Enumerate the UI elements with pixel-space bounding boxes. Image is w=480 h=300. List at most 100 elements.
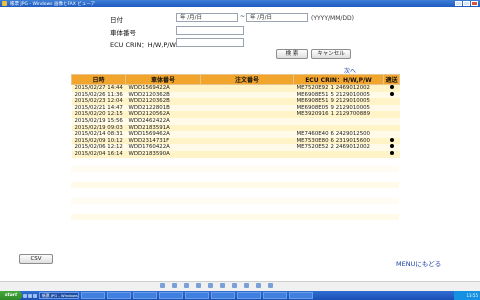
cell-sent <box>383 150 400 158</box>
table-row[interactable]: 2015/02/21 14:47 WDD2122801B ME6908E05 9 21… <box>71 104 400 112</box>
zoom-in-icon[interactable] <box>184 283 189 288</box>
taskbar-item[interactable] <box>107 292 131 299</box>
taskbar-item[interactable] <box>133 292 157 299</box>
table-row[interactable]: 2015/02/09 10:12 WDD2314731F ME7530E80 6 23… <box>71 137 400 145</box>
col-header-order[interactable]: 注文番号 <box>200 74 294 85</box>
csv-export-button[interactable]: CSV <box>19 254 53 264</box>
sent-dot-icon <box>389 150 394 155</box>
cancel-button[interactable]: キャンセル <box>311 49 351 59</box>
col-header-ecu[interactable]: ECU CRIN：H/W,P/W <box>293 74 384 85</box>
cell-ecu: ME7530E80 6 2319015600 <box>293 137 384 145</box>
cell-ecu-crin: ME3920916 <box>296 111 329 118</box>
back-to-menu-link[interactable]: MENUにもどる <box>396 258 441 268</box>
minimize-icon[interactable] <box>455 1 462 6</box>
start-button[interactable]: start <box>0 291 22 300</box>
date-from-input[interactable]: 年 /月/日 <box>176 13 238 22</box>
sent-dot-icon <box>389 137 394 142</box>
cell-sent <box>383 137 400 145</box>
quicklaunch-icon[interactable] <box>28 293 32 298</box>
cell-ecu-crin: ME6908E05 <box>296 104 329 111</box>
taskbar-item[interactable] <box>211 292 235 299</box>
cell-sent <box>383 84 400 92</box>
taskbar-item[interactable] <box>81 292 105 299</box>
table-row[interactable]: 2015/02/06 12:12 WDD1760422A ME7520E52 2 24… <box>71 144 400 151</box>
table-body: 2015/02/27 14:44 WDD1569422A ME7520E92 1 24… <box>71 84 400 158</box>
cell-ecu-hwpw: 1 2129700889 <box>330 111 371 118</box>
col-header-sent[interactable]: 適送 <box>383 74 400 85</box>
cell-ecu: ME6908E51 9 2129010005 <box>293 98 384 105</box>
cell-ecu-hwpw: 5 2129010005 <box>330 91 370 98</box>
col-header-vehicle[interactable]: 車体番号 <box>125 74 201 85</box>
system-tray: 13:55 <box>454 291 480 300</box>
quicklaunch-icon[interactable] <box>23 293 27 298</box>
cell-ecu-hwpw: 6 2429012500 <box>330 131 370 138</box>
table-row[interactable]: 2015/02/26 11:36 WDD2120362B ME6908E51 5 21… <box>71 91 400 99</box>
cell-datetime: 2015/02/20 12:15 <box>71 111 126 118</box>
taskbar-item[interactable] <box>185 292 209 299</box>
table-row[interactable]: 2015/02/20 12:15 WDD2120562A ME3920916 1 21… <box>71 111 400 118</box>
ecu-crin-input[interactable] <box>176 38 244 47</box>
cell-order <box>200 124 294 132</box>
cell-order <box>200 111 294 118</box>
cell-sent <box>383 91 400 99</box>
cell-ecu-crin: ME6908E51 <box>296 91 329 98</box>
delete-icon[interactable] <box>232 283 237 288</box>
table-row[interactable]: 2015/02/23 12:04 WDD2120362B ME6908E51 9 21… <box>71 98 400 105</box>
sent-dot-icon <box>389 91 394 96</box>
cell-datetime: 2015/02/06 12:12 <box>71 144 126 151</box>
cell-ecu: ME7460E40 6 2429012500 <box>293 131 384 138</box>
taskbar-item[interactable] <box>159 292 183 299</box>
zoom-out-icon[interactable] <box>196 283 201 288</box>
cell-sent <box>383 104 400 112</box>
table-row[interactable]: 2015/02/14 08:31 WDD1569462A ME7460E40 6 24… <box>71 131 400 138</box>
empty-row <box>71 166 399 172</box>
cell-ecu-crin: ME7520E52 <box>296 144 329 151</box>
col-header-datetime[interactable]: 日時 <box>71 74 126 85</box>
cell-order <box>200 98 294 105</box>
close-icon[interactable] <box>471 1 478 6</box>
window-titlebar: 帳票 JPG - Windows 画像とFAX ビューア <box>0 0 480 7</box>
cell-vehicle: WDD2122801B <box>125 104 201 112</box>
cell-datetime: 2015/02/14 08:31 <box>71 131 126 138</box>
cell-ecu-hwpw: 2 2469012002 <box>330 144 370 151</box>
table-row[interactable]: 2015/02/19 09:03 WDD2183591A <box>71 124 400 132</box>
cell-vehicle: WDD1569462A <box>125 131 201 138</box>
window-controls <box>455 1 478 6</box>
taskbar-item[interactable]: 帳票 JPG - Windows <box>39 292 79 299</box>
cell-vehicle: WDD1569422A <box>125 84 201 92</box>
cell-ecu-crin: ME7460E40 <box>296 131 329 138</box>
rotate-left-icon[interactable] <box>208 283 213 288</box>
cell-order <box>200 144 294 151</box>
cell-vehicle: WDD2183591A <box>125 124 201 132</box>
cell-datetime: 2015/02/19 15:56 <box>71 117 126 125</box>
previous-icon[interactable] <box>160 283 165 288</box>
table-row[interactable]: 2015/02/19 15:56 WDD2462422A <box>71 117 400 125</box>
cell-ecu: ME6908E05 9 2129010005 <box>293 104 384 112</box>
rotate-right-icon[interactable] <box>220 283 225 288</box>
taskbar-item[interactable] <box>289 292 313 299</box>
cell-ecu-hwpw: 6 2319015600 <box>330 137 370 144</box>
vehicle-number-input[interactable] <box>176 26 244 35</box>
save-icon[interactable] <box>256 283 261 288</box>
maximize-icon[interactable] <box>463 1 470 6</box>
cell-ecu: ME7520E92 1 2469012002 <box>293 84 384 92</box>
print-icon[interactable] <box>244 283 249 288</box>
cell-ecu-crin: ME7530E80 <box>296 137 329 144</box>
table-row[interactable]: 2015/02/27 14:44 WDD1569422A ME7520E92 1 24… <box>71 84 400 92</box>
taskbar-item[interactable] <box>263 292 287 299</box>
cell-datetime: 2015/02/19 09:03 <box>71 124 126 132</box>
results-table: 日時 車体番号 注文番号 ECU CRIN：H/W,P/W 適送 2015/02… <box>71 74 400 158</box>
cell-ecu-hwpw: 1 2469012002 <box>330 85 370 91</box>
date-to-input[interactable]: 年 /月/日 <box>246 13 308 22</box>
cell-order <box>200 117 294 125</box>
cell-ecu-crin: ME7520E92 <box>296 85 329 91</box>
sent-dot-icon <box>389 85 394 89</box>
cell-datetime: 2015/02/27 14:44 <box>71 84 126 92</box>
taskbar-item[interactable] <box>237 292 261 299</box>
cell-sent <box>383 117 400 125</box>
help-icon[interactable] <box>268 283 273 288</box>
cell-sent <box>383 124 400 132</box>
next-icon[interactable] <box>172 283 177 288</box>
table-row[interactable]: 2015/02/04 16:14 WDD2183590A <box>71 150 400 158</box>
search-button[interactable]: 検 索 <box>276 49 308 59</box>
